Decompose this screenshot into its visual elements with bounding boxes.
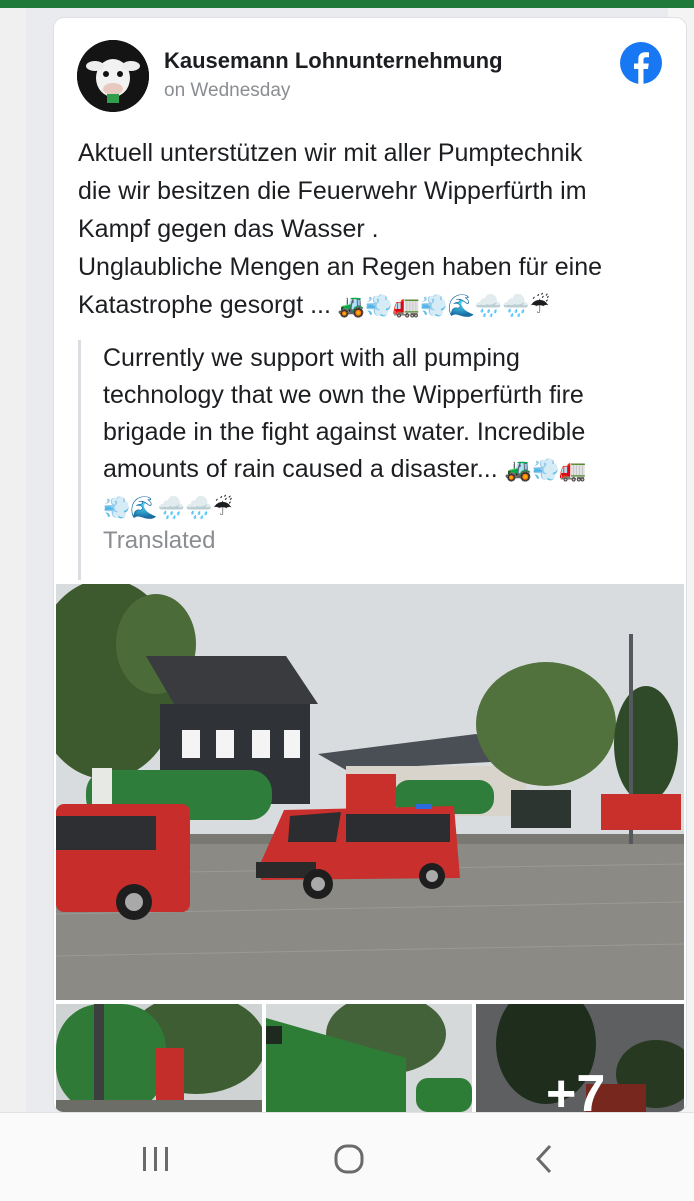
page-avatar[interactable] xyxy=(77,40,149,112)
thumbnail-photo[interactable]: +7 xyxy=(476,1004,684,1112)
translation-line: Currently we support with all pumping xyxy=(103,344,520,372)
thumbnail-photo[interactable] xyxy=(266,1004,472,1112)
post-text-line: Unglaubliche Mengen an Regen haben für e… xyxy=(78,253,602,281)
more-photos-count: +7 xyxy=(546,1065,606,1112)
facebook-logo-icon xyxy=(620,42,662,84)
weather-emojis: 🚜💨🚛💨🌊🌧️🌧️☔ xyxy=(337,294,550,319)
status-strip xyxy=(0,0,694,8)
post-text-line: Kampf gegen das Wasser . xyxy=(78,215,379,243)
translation-block: Currently we support with all pumping te… xyxy=(78,340,661,580)
translation-line: 💨🌊🌧️🌧️☔ xyxy=(103,489,663,527)
translation-last: amounts of rain caused a disaster... xyxy=(103,455,498,483)
page-name[interactable]: Kausemann Lohnunternehmung xyxy=(164,48,503,74)
post-text-line: Aktuell unterstützen wir mit aller Pumpt… xyxy=(78,139,583,167)
post-text: Aktuell unterstützen wir mit aller Pumpt… xyxy=(78,134,678,326)
navigation-bar xyxy=(0,1112,694,1201)
recent-apps-icon[interactable] xyxy=(136,1139,176,1179)
post-text-last: Katastrophe gesorgt ... xyxy=(78,291,331,319)
translation-line: technology that we own the Wipperfürth f… xyxy=(103,381,584,409)
thumbnail-photo[interactable] xyxy=(56,1004,262,1112)
translation-line: amounts of rain caused a disaster... 🚜💨🚛 xyxy=(103,451,663,489)
main-photo[interactable] xyxy=(56,584,684,1000)
back-icon[interactable] xyxy=(524,1139,564,1179)
translation-line: brigade in the fight against water. Incr… xyxy=(103,418,586,446)
translation-emojis-1: 🚜💨🚛 xyxy=(504,458,587,483)
translated-label[interactable]: Translated xyxy=(103,527,216,555)
translation-text: Currently we support with all pumping te… xyxy=(103,340,663,527)
translation-emojis-2: 💨🌊🌧️🌧️☔ xyxy=(103,496,233,521)
post-timestamp[interactable]: on Wednesday xyxy=(164,80,290,102)
post-text-line: Katastrophe gesorgt ... 🚜💨🚛💨🌊🌧️🌧️☔ xyxy=(78,286,678,326)
home-icon[interactable] xyxy=(329,1139,369,1179)
post-text-line: die wir besitzen die Feuerwehr Wipperfür… xyxy=(78,177,587,205)
left-background xyxy=(0,8,26,1112)
facebook-post-card: Kausemann Lohnunternehmung on Wednesday … xyxy=(54,18,686,1112)
